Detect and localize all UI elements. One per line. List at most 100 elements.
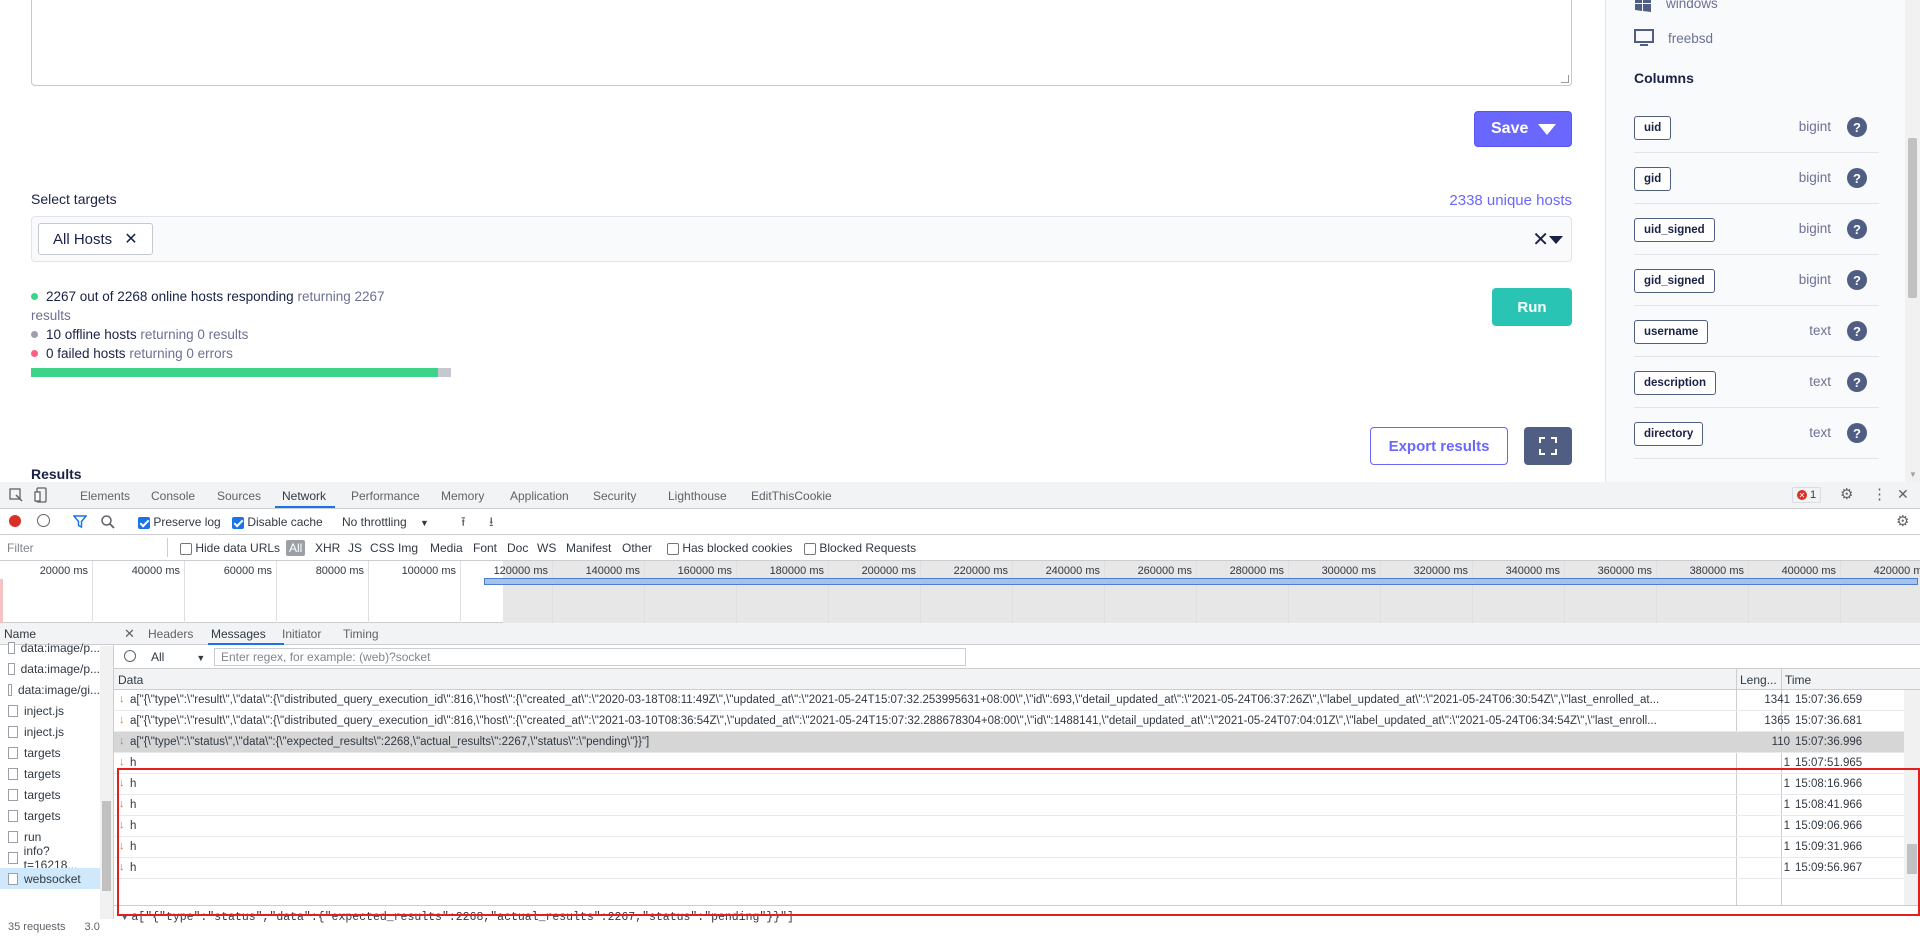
help-icon[interactable]: ?: [1847, 321, 1867, 341]
help-icon[interactable]: ?: [1847, 372, 1867, 392]
devtools-tab-network[interactable]: Network: [282, 489, 326, 503]
scroll-down-icon[interactable]: ▼: [1909, 470, 1917, 479]
time-column-header[interactable]: Time: [1785, 673, 1811, 687]
type-filter-doc[interactable]: Doc: [507, 541, 528, 555]
request-item[interactable]: inject.js: [0, 700, 100, 721]
network-overview[interactable]: 20000 ms 40000 ms 60000 ms 80000 ms 100000 m…: [0, 561, 1920, 623]
messages-scrollbar[interactable]: [1904, 690, 1920, 906]
request-item[interactable]: data:image/p...: [0, 658, 100, 679]
request-item[interactable]: websocket: [0, 868, 100, 889]
page-scroll-thumb[interactable]: [1908, 138, 1917, 298]
request-item[interactable]: data:image/p...: [0, 637, 100, 658]
detail-tab-messages[interactable]: Messages: [211, 627, 266, 641]
message-row[interactable]: ↓ a["{\"type\":\"status\",\"data\":{\"exp…: [114, 732, 1904, 753]
message-row[interactable]: ↓ a["{\"type\":\"result\",\"data\":{\"dis…: [114, 711, 1904, 732]
close-devtools-icon[interactable]: ✕: [1897, 486, 1909, 503]
filter-icon[interactable]: [73, 515, 87, 528]
request-list-scrollbar[interactable]: [100, 646, 113, 919]
filter-input[interactable]: Filter: [0, 538, 168, 557]
search-icon[interactable]: [101, 515, 115, 529]
network-settings-icon[interactable]: ⚙: [1896, 512, 1909, 530]
message-type-select[interactable]: All ▼: [151, 650, 205, 664]
length-column-header[interactable]: Leng...: [1740, 673, 1777, 687]
message-row[interactable]: ↓ h 1 15:09:31.966: [114, 837, 1904, 858]
error-badge[interactable]: ✕ 1: [1792, 487, 1822, 503]
export-har-icon[interactable]: ⭳: [489, 513, 494, 535]
close-detail-icon[interactable]: ✕: [124, 626, 135, 642]
type-filter-img[interactable]: Img: [398, 541, 418, 555]
import-har-icon[interactable]: ⭱: [461, 513, 466, 535]
clear-icon[interactable]: [37, 514, 50, 527]
type-filter-media[interactable]: Media: [430, 541, 463, 555]
expand-triangle-icon[interactable]: ▼: [122, 913, 127, 923]
run-button[interactable]: Run: [1492, 288, 1572, 326]
resize-grip[interactable]: [1561, 75, 1569, 83]
save-button[interactable]: Save: [1474, 111, 1572, 147]
request-item[interactable]: targets: [0, 763, 100, 784]
devtools-tab-performance[interactable]: Performance: [351, 489, 420, 503]
devtools-tab-security[interactable]: Security: [593, 489, 636, 503]
type-filter-js[interactable]: JS: [348, 541, 362, 555]
devtools-tab-editthiscookie[interactable]: EditThisCookie: [751, 489, 832, 503]
devtools-tab-console[interactable]: Console: [151, 489, 195, 503]
target-pill[interactable]: All Hosts ✕: [38, 223, 153, 255]
help-icon[interactable]: ?: [1847, 117, 1867, 137]
request-item[interactable]: info?t=16218...: [0, 844, 100, 872]
devtools-tab-elements[interactable]: Elements: [80, 489, 130, 503]
clear-messages-icon[interactable]: [124, 650, 136, 662]
detail-tab-timing[interactable]: Timing: [343, 627, 379, 641]
clear-targets-icon[interactable]: ✕: [1532, 227, 1549, 252]
type-filter-xhr[interactable]: XHR: [315, 541, 340, 555]
throttling-select[interactable]: No throttling ▼: [342, 515, 429, 529]
record-icon[interactable]: [9, 515, 21, 527]
scroll-thumb[interactable]: [1907, 844, 1917, 874]
fullscreen-button[interactable]: [1524, 427, 1572, 465]
query-editor[interactable]: [31, 0, 1572, 86]
remove-target-icon[interactable]: ✕: [124, 229, 137, 249]
message-row[interactable]: ↓ a["{\"type\":\"result\",\"data\":{\"dis…: [114, 690, 1904, 711]
detail-tab-headers[interactable]: Headers: [148, 627, 193, 641]
request-item[interactable]: targets: [0, 805, 100, 826]
page-scrollbar[interactable]: ▼: [1905, 0, 1920, 482]
device-toolbar-icon[interactable]: [34, 487, 48, 503]
message-regex-input[interactable]: Enter regex, for example: (web)?socket: [214, 648, 966, 666]
devtools-tab-application[interactable]: Application: [510, 489, 569, 503]
devtools-tab-lighthouse[interactable]: Lighthouse: [668, 489, 727, 503]
message-row[interactable]: ↓ h 1 15:09:56.967: [114, 858, 1904, 879]
help-icon[interactable]: ?: [1847, 219, 1867, 239]
type-filter-all[interactable]: All: [286, 540, 306, 556]
more-options-icon[interactable]: ⋮: [1872, 485, 1887, 503]
target-select[interactable]: All Hosts ✕ ✕: [31, 216, 1572, 262]
message-row[interactable]: ↓ h 1 15:08:41.966: [114, 795, 1904, 816]
preserve-log-checkbox[interactable]: Preserve log: [138, 515, 221, 529]
type-filter-manifest[interactable]: Manifest: [566, 541, 611, 555]
help-icon[interactable]: ?: [1847, 168, 1867, 188]
request-item[interactable]: targets: [0, 742, 100, 763]
hide-data-urls-checkbox[interactable]: Hide data URLs: [180, 541, 280, 555]
message-row[interactable]: ↓ h 1 15:09:06.966: [114, 816, 1904, 837]
devtools-tab-sources[interactable]: Sources: [217, 489, 261, 503]
help-icon[interactable]: ?: [1847, 423, 1867, 443]
type-filter-css[interactable]: CSS: [370, 541, 395, 555]
request-item[interactable]: targets: [0, 784, 100, 805]
message-row[interactable]: ↓ h 1 15:08:16.966: [114, 774, 1904, 795]
scroll-thumb[interactable]: [102, 801, 111, 891]
help-icon[interactable]: ?: [1847, 270, 1867, 290]
chevron-down-icon[interactable]: [1549, 236, 1563, 244]
message-row[interactable]: ↓ h 1 15:07:51.965: [114, 753, 1904, 774]
inspect-element-icon[interactable]: [9, 488, 23, 502]
overview-selection[interactable]: [484, 578, 1918, 585]
blocked-requests-checkbox[interactable]: Blocked Requests: [804, 541, 916, 555]
has-blocked-cookies-checkbox[interactable]: Has blocked cookies: [667, 541, 792, 555]
type-filter-font[interactable]: Font: [473, 541, 497, 555]
type-filter-ws[interactable]: WS: [537, 541, 556, 555]
data-column-header[interactable]: Data: [118, 673, 143, 687]
export-results-button[interactable]: Export results: [1370, 427, 1508, 465]
settings-gear-icon[interactable]: ⚙: [1840, 485, 1853, 503]
disable-cache-checkbox[interactable]: Disable cache: [232, 515, 323, 529]
request-item[interactable]: data:image/gi...: [0, 679, 100, 700]
devtools-tab-memory[interactable]: Memory: [441, 489, 484, 503]
detail-tab-initiator[interactable]: Initiator: [282, 627, 321, 641]
type-filter-other[interactable]: Other: [622, 541, 652, 555]
request-item[interactable]: inject.js: [0, 721, 100, 742]
